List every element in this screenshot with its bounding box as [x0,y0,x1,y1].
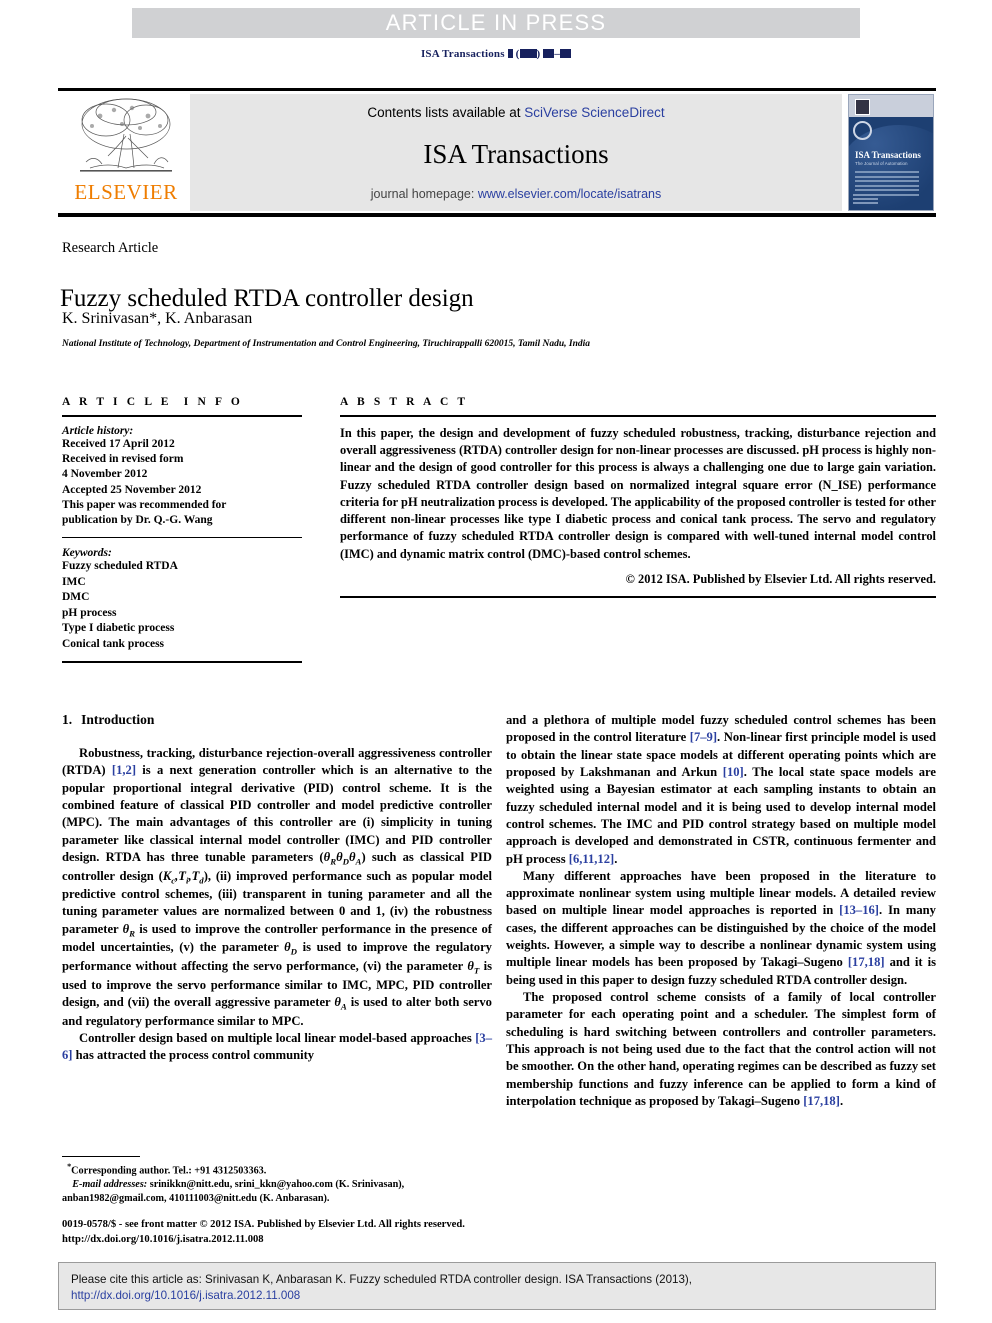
cite-text: Please cite this article as: Srinivasan … [59,1263,935,1305]
body-column-right: and a plethora of multiple model fuzzy s… [506,712,936,1110]
sciencedirect-link[interactable]: SciVerse ScienceDirect [524,105,664,120]
author-list: K. Srinivasan*, K. Anbarasan [62,310,253,327]
cover-logo-icon [855,99,870,115]
footnote-block: *Corresponding author. Tel.: +91 4312503… [62,1161,492,1206]
history-line: publication by Dr. Q.-G. Wang [62,513,213,526]
cover-footer-lines [853,194,931,206]
history-line: Received in revised form [62,453,184,466]
article-history-label: Article history: [62,425,134,437]
section-number: 1. [62,712,73,727]
corresponding-author-text: Corresponding author. Tel.: +91 43125033… [71,1165,267,1177]
contents-lists-prefix: Contents lists available at [367,105,525,120]
paragraph: Many different approaches have been prop… [506,868,936,987]
cite-prefix: Please cite this article as: Srinivasan … [71,1273,693,1286]
email-line-2: anban1982@gmail.com, 410111003@nitt.edu … [62,1193,330,1205]
elsevier-logo: ELSEVIER [62,94,190,210]
imprint-line-1: 0019-0578/$ - see front matter © 2012 IS… [62,1219,465,1230]
keywords-divider [62,537,302,539]
masthead-center-panel: Contents lists available at SciVerse Sci… [190,94,842,211]
paragraph: Robustness, tracking, disturbance reject… [62,746,493,1028]
email-label: E-mail addresses: [72,1179,148,1191]
history-line: Received 17 April 2012 [62,438,175,450]
keyword-item: pH process [62,606,117,619]
running-head: ISA Transactions () – [0,48,992,60]
abstract-copyright: © 2012 ISA. Published by Elsevier Ltd. A… [625,571,936,586]
abstract-text: In this paper, the design and developmen… [340,426,936,561]
article-type-label: Research Article [62,240,159,256]
cite-doi-link[interactable]: http://dx.doi.org/10.1016/j.isatra.2012.… [71,1289,300,1302]
keyword-item: DMC [62,591,90,604]
article-info-heading: A R T I C L E I N F O [62,396,244,408]
cover-subtitle: The Journal of Automation [855,161,908,166]
abstract-heading: A B S T R A C T [340,396,469,408]
article-info-column: A R T I C L E I N F O Article history: R… [62,396,302,664]
abstract-bottom-rule [340,595,936,598]
elsevier-wordmark: ELSEVIER [74,180,178,204]
body-column-left: 1. Introduction Robustness, tracking, dis… [62,712,492,1065]
journal-homepage-line: journal homepage: www.elsevier.com/locat… [190,187,842,201]
author-affiliation: National Institute of Technology, Depart… [62,339,591,349]
section-title: Introduction [81,712,155,727]
elsevier-tree-icon [80,98,172,172]
article-info-rule [62,415,302,417]
masthead-bottom-rule [58,213,936,217]
journal-masthead: ELSEVIER Contents lists available at Sci… [58,88,936,217]
journal-title: ISA Transactions [423,139,609,169]
keyword-item: Fuzzy scheduled RTDA [62,560,178,573]
paragraph: Controller design based on multiple loca… [62,1030,492,1063]
email-line-2-row: anban1982@gmail.com, 410111003@nitt.edu … [62,1192,492,1206]
imprint-block: 0019-0578/$ - see front matter © 2012 IS… [62,1218,622,1248]
keyword-item: Type I diabetic process [62,622,175,635]
section-heading-introduction: 1. Introduction [62,712,492,728]
footnote-separator-rule [62,1156,140,1157]
imprint-line-2: http://dx.doi.org/10.1016/j.isatra.2012.… [62,1233,264,1245]
cover-title: ISA Transactions [855,150,921,160]
homepage-url-link[interactable]: www.elsevier.com/locate/isatrans [478,187,661,201]
email-line-1: srinikkn@nitt.edu, srini_kkn@yahoo.com (… [149,1179,405,1191]
keywords-label: Keywords: [62,547,112,560]
contents-lists-line: Contents lists available at SciVerse Sci… [190,105,842,120]
abstract-rule [340,415,936,417]
keyword-item: IMC [62,575,86,588]
paragraph: The proposed control scheme consists of … [506,990,936,1108]
history-line: 4 November 2012 [62,468,148,481]
page-title: Fuzzy scheduled RTDA controller design [60,284,474,312]
homepage-prefix: journal homepage: [370,187,478,201]
history-line: Accepted 25 November 2012 [62,483,202,496]
masthead-top-rule [58,88,936,91]
cover-globe-icon [853,121,872,140]
keyword-item: Conical tank process [62,637,165,650]
journal-cover-thumbnail: ISA Transactions The Journal of Automati… [848,94,934,211]
abstract-column: A B S T R A C T In this paper, the desig… [340,396,936,598]
paragraph: and a plethora of multiple model fuzzy s… [506,713,936,866]
article-in-press-banner: ARTICLE IN PRESS [132,8,860,38]
article-in-press-label: ARTICLE IN PRESS [385,10,607,35]
history-line: This paper was recommended for [62,498,227,511]
article-info-bottom-rule [62,661,302,664]
cite-this-article-box: Please cite this article as: Srinivasan … [58,1262,936,1310]
running-head-journal: ISA Transactions [420,48,505,60]
running-head-volume: () – [507,48,572,60]
email-addresses-note: E-mail addresses: srinikkn@nitt.edu, sri… [62,1178,492,1192]
corresponding-author-note: *Corresponding author. Tel.: +91 4312503… [62,1161,492,1178]
